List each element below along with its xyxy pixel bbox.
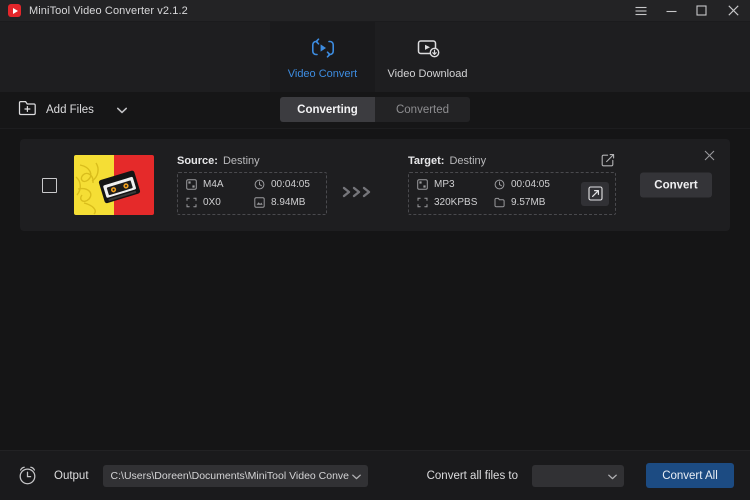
file-card: Source: Destiny M4A 00:04:05 0X0 8.94MB … bbox=[20, 139, 730, 231]
toolbar: Add Files Converting Converted bbox=[0, 92, 750, 129]
target-size-cell: 9.57MB bbox=[494, 197, 567, 208]
target-size: 9.57MB bbox=[511, 197, 546, 208]
resolution-icon bbox=[417, 197, 428, 208]
source-label: Source: bbox=[177, 155, 218, 167]
tab-video-download[interactable]: Video Download bbox=[375, 22, 480, 92]
source-format: M4A bbox=[203, 179, 224, 190]
clock-icon bbox=[254, 179, 265, 190]
format-icon bbox=[186, 179, 197, 190]
tab-converted[interactable]: Converted bbox=[375, 97, 470, 122]
target-format-cell: MP3 bbox=[417, 179, 490, 190]
edit-square-icon[interactable] bbox=[600, 152, 616, 168]
remove-file-close-icon[interactable] bbox=[702, 148, 716, 162]
target-details-wrapper: MP3 00:04:05 320KPBS 9.57MB bbox=[408, 172, 616, 215]
converting-converted-toggle: Converting Converted bbox=[280, 97, 470, 122]
target-duration-cell: 00:04:05 bbox=[494, 179, 567, 190]
source-format-cell: M4A bbox=[186, 179, 250, 190]
file-select-checkbox[interactable] bbox=[42, 177, 57, 193]
resolution-icon bbox=[186, 197, 197, 208]
target-format: MP3 bbox=[434, 179, 455, 190]
triple-chevron-right-icon bbox=[341, 185, 375, 199]
folder-plus-icon bbox=[18, 99, 37, 121]
convert-all-files-to-label: Convert all files to bbox=[426, 469, 518, 482]
hamburger-menu-icon[interactable] bbox=[626, 0, 656, 22]
add-files-label: Add Files bbox=[46, 104, 94, 116]
source-name: Destiny bbox=[222, 155, 260, 167]
output-path-field[interactable]: C:\Users\Doreen\Documents\MiniTool Video… bbox=[102, 464, 368, 487]
window-title: MiniTool Video Converter v2.1.2 bbox=[29, 4, 188, 17]
maximize-icon[interactable] bbox=[686, 0, 716, 22]
target-info: Target: Destiny MP3 00:04:05 320KPBS 9.5… bbox=[408, 152, 616, 215]
file-size-icon bbox=[494, 197, 505, 208]
tab-video-convert[interactable]: Video Convert bbox=[270, 22, 375, 92]
target-bitrate: 320KPBS bbox=[434, 197, 478, 208]
alarm-clock-icon[interactable] bbox=[16, 465, 38, 487]
source-heading: Source: Destiny bbox=[177, 155, 327, 167]
cassette-tape-thumbnail bbox=[74, 155, 154, 215]
target-label: Target: bbox=[408, 155, 445, 167]
tab-video-download-label: Video Download bbox=[387, 67, 468, 80]
bottom-bar: Output C:\Users\Doreen\Documents\MiniToo… bbox=[0, 450, 750, 500]
chevron-down-icon[interactable] bbox=[608, 467, 617, 485]
clock-icon bbox=[494, 179, 505, 190]
target-bitrate-cell: 320KPBS bbox=[417, 197, 490, 208]
target-heading: Target: Destiny bbox=[408, 155, 616, 167]
source-size: 8.94MB bbox=[271, 197, 306, 208]
source-duration: 00:04:05 bbox=[271, 179, 310, 190]
convert-all-button[interactable]: Convert All bbox=[646, 463, 734, 488]
chevron-down-icon[interactable] bbox=[351, 467, 362, 485]
source-resolution: 0X0 bbox=[203, 197, 221, 208]
source-info: Source: Destiny M4A 00:04:05 0X0 8.94MB bbox=[177, 155, 327, 215]
video-convert-icon bbox=[310, 35, 336, 61]
output-label: Output bbox=[54, 469, 89, 482]
tab-converting[interactable]: Converting bbox=[280, 97, 375, 122]
format-icon bbox=[417, 179, 428, 190]
source-size-cell: 8.94MB bbox=[254, 197, 318, 208]
main-content: Source: Destiny M4A 00:04:05 0X0 8.94MB … bbox=[0, 129, 750, 450]
source-resolution-cell: 0X0 bbox=[186, 197, 250, 208]
app-window: MiniTool Video Converter v2.1.2 Video Co… bbox=[0, 0, 750, 500]
output-format-select[interactable] bbox=[532, 464, 624, 487]
minimize-icon[interactable] bbox=[656, 0, 686, 22]
file-size-icon bbox=[254, 197, 265, 208]
play-logo-icon bbox=[8, 4, 21, 17]
close-icon[interactable] bbox=[716, 0, 750, 22]
window-controls bbox=[626, 0, 750, 22]
target-duration: 00:04:05 bbox=[511, 179, 550, 190]
chevron-down-icon[interactable] bbox=[116, 101, 127, 119]
output-path-value: C:\Users\Doreen\Documents\MiniTool Video… bbox=[110, 469, 349, 482]
primary-nav: Video Convert Video Download bbox=[0, 22, 750, 92]
source-details-grid: M4A 00:04:05 0X0 8.94MB bbox=[177, 172, 327, 215]
target-name: Destiny bbox=[449, 155, 487, 167]
title-bar: MiniTool Video Converter v2.1.2 bbox=[0, 0, 750, 22]
source-duration-cell: 00:04:05 bbox=[254, 179, 318, 190]
convert-button[interactable]: Convert bbox=[640, 172, 712, 198]
add-files-button[interactable]: Add Files bbox=[18, 99, 127, 121]
video-download-icon bbox=[415, 35, 441, 61]
expand-arrow-icon[interactable] bbox=[581, 181, 609, 206]
tab-video-convert-label: Video Convert bbox=[287, 67, 358, 80]
